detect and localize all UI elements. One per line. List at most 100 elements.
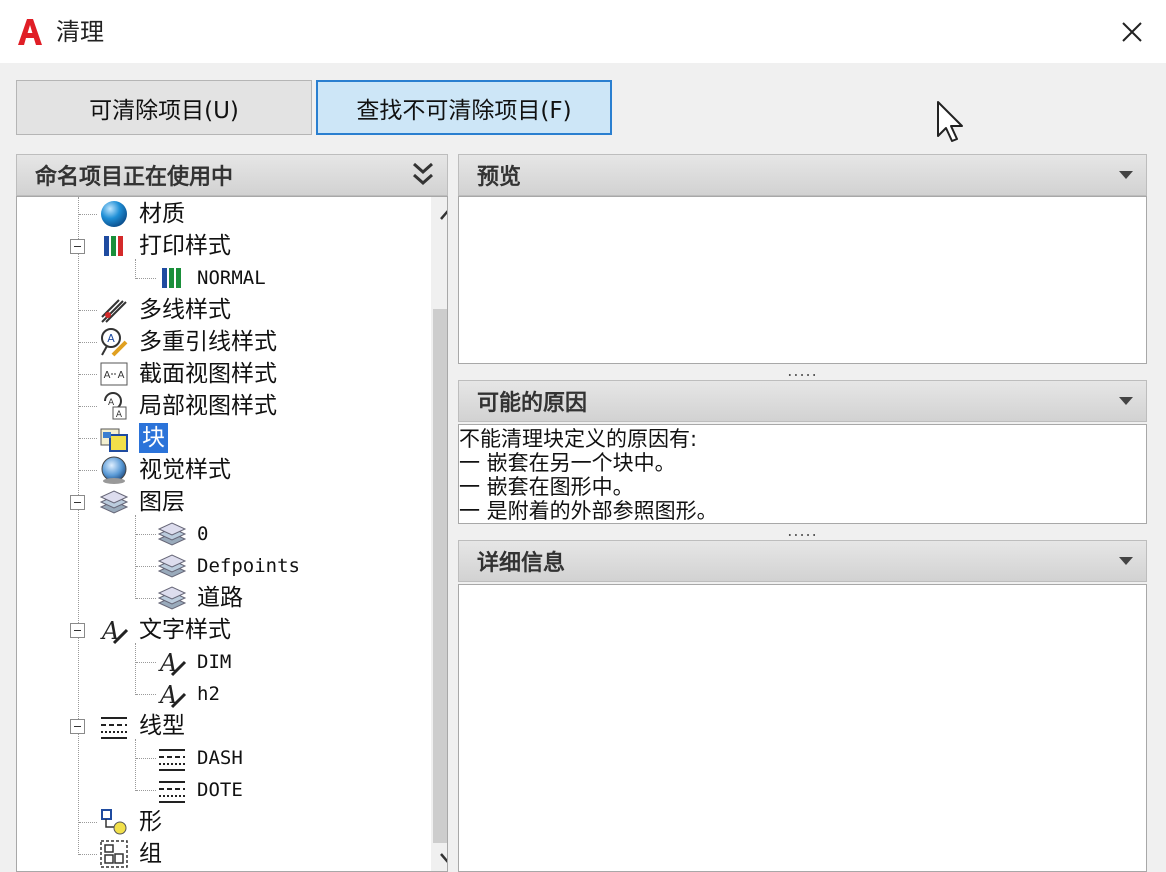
tree-scrollbar[interactable] <box>431 197 447 871</box>
scroll-thumb[interactable] <box>433 309 447 843</box>
tree-item-label: DIM <box>197 651 232 673</box>
tree-item-label: 道路 <box>197 585 243 611</box>
tree-item-label: 打印样式 <box>139 233 231 259</box>
tree-item-label: 视觉样式 <box>139 457 231 483</box>
tree-item-label: 图层 <box>139 489 185 515</box>
mouse-cursor-icon <box>937 101 963 142</box>
tree-item-label: 截面视图样式 <box>139 361 277 387</box>
tree-item-label: DOTE <box>197 779 243 801</box>
dropdown-triangle-icon[interactable] <box>1118 381 1134 421</box>
svg-text:A: A <box>116 410 123 420</box>
details-area <box>458 584 1147 872</box>
tab-purgeable-items[interactable]: 可清除项目(U) <box>16 80 312 135</box>
layer-icon <box>157 586 187 610</box>
close-button[interactable] <box>1110 12 1154 52</box>
tree-item-label: 组 <box>139 841 162 867</box>
text-style-icon: A <box>158 681 187 709</box>
layer-icon <box>157 522 187 546</box>
tree-item-plot-styles[interactable]: 打印样式 <box>99 230 231 262</box>
tree-item-materials[interactable]: 材质 <box>99 198 185 230</box>
layer-icon <box>157 554 187 578</box>
text-style-icon: A <box>100 617 129 645</box>
tree-item-label: 材质 <box>139 201 185 227</box>
tree-item-layer-defpoints[interactable]: Defpoints <box>157 550 300 582</box>
detail-view-style-icon: AA <box>104 392 127 420</box>
dropdown-triangle-icon[interactable] <box>1118 155 1134 195</box>
possible-reasons-area: 不能清理块定义的原因有: 一 嵌套在另一个块中。 一 嵌套在图形中。 一 是附着… <box>458 424 1147 524</box>
splitter-grip[interactable]: ..... <box>458 523 1147 539</box>
tree-item-label: NORMAL <box>197 267 266 289</box>
tree-item-label: 文字样式 <box>139 617 231 643</box>
linetype-icon <box>101 717 127 739</box>
close-icon <box>1122 22 1142 42</box>
reason-line: 一 是附着的外部参照图形。 <box>459 499 718 523</box>
expander-text-styles[interactable] <box>70 623 85 638</box>
group-icon <box>100 840 128 868</box>
expander-plot-styles[interactable] <box>70 239 85 254</box>
reason-line: 不能清理块定义的原因有: <box>459 427 698 451</box>
named-items-in-use-header[interactable]: 命名项目正在使用中 <box>16 154 448 196</box>
preview-panel-title: 预览 <box>477 165 522 190</box>
possible-reasons-panel-title: 可能的原因 <box>477 391 588 416</box>
tree-item-normal[interactable]: NORMAL <box>157 262 266 294</box>
tree-item-groups[interactable]: 组 <box>99 838 162 870</box>
multiline-style-icon <box>101 299 127 323</box>
tree-item-label: 0 <box>197 523 209 545</box>
tree-item-linetypes[interactable]: 线型 <box>99 710 185 742</box>
splitter-grip[interactable]: ..... <box>458 363 1147 379</box>
tree-item-label: DASH <box>197 747 243 769</box>
reason-line: 一 嵌套在另一个块中。 <box>459 451 676 475</box>
tree-item-layer-road[interactable]: 道路 <box>157 582 243 614</box>
preview-panel-header[interactable]: 预览 <box>458 154 1147 196</box>
multileader-style-icon: A <box>101 328 128 357</box>
visual-style-icon <box>101 456 127 484</box>
tree-item-layer-0[interactable]: 0 <box>157 518 208 550</box>
tree-item-shapes[interactable]: 形 <box>99 806 162 838</box>
layer-icon <box>99 490 129 514</box>
named-items-tree[interactable]: 材质 打印样式 NORMAL 多线样式 A 多重引线样式 AA 截面视图样式 A… <box>16 196 448 872</box>
shape-icon <box>101 809 127 835</box>
tree-item-label: 线型 <box>139 713 185 739</box>
details-panel-title: 详细信息 <box>477 551 566 576</box>
svg-text:A: A <box>104 370 111 381</box>
tree-item-linetype-dote[interactable]: DOTE <box>157 774 243 806</box>
expander-linetypes[interactable] <box>70 719 85 734</box>
autocad-logo-icon <box>18 19 42 45</box>
tree-item-section-view-styles[interactable]: AA 截面视图样式 <box>99 358 277 390</box>
tree-item-label: h2 <box>197 683 220 705</box>
tree-item-linetype-dash[interactable]: DASH <box>157 742 243 774</box>
tree-item-blocks[interactable]: 块 <box>99 422 168 454</box>
tree-item-text-style-dim[interactable]: A DIM <box>157 646 231 678</box>
collapse-chevron-icon[interactable] <box>411 155 435 195</box>
tree-item-text-styles[interactable]: A 文字样式 <box>99 614 231 646</box>
linetype-icon <box>159 781 185 803</box>
details-panel-header[interactable]: 详细信息 <box>458 540 1147 582</box>
tree-item-visual-styles[interactable]: 视觉样式 <box>99 454 231 486</box>
tree-item-layers[interactable]: 图层 <box>99 486 185 518</box>
tree-item-multileader-styles[interactable]: A 多重引线样式 <box>99 326 277 358</box>
tree-item-multiline-styles[interactable]: 多线样式 <box>99 294 231 326</box>
preview-area <box>458 196 1147 364</box>
tree-item-label: 多重引线样式 <box>139 329 277 355</box>
text-style-icon: A <box>158 649 187 677</box>
chevron-up-icon <box>440 210 447 220</box>
linetype-icon <box>159 749 185 771</box>
scroll-up-button[interactable] <box>431 199 447 231</box>
tree-item-label: 形 <box>139 809 162 835</box>
svg-text:A: A <box>107 332 115 345</box>
dropdown-triangle-icon[interactable] <box>1118 541 1134 581</box>
possible-reasons-panel-header[interactable]: 可能的原因 <box>458 380 1147 422</box>
expander-layers[interactable] <box>70 495 85 510</box>
chevron-down-icon <box>440 853 447 863</box>
svg-text:A: A <box>118 370 125 381</box>
block-icon <box>100 428 128 452</box>
tree-item-detail-view-styles[interactable]: AA 局部视图样式 <box>99 390 277 422</box>
section-view-style-icon: AA <box>100 362 128 386</box>
scroll-down-button[interactable] <box>431 841 447 871</box>
tree-item-text-style-h2[interactable]: A h2 <box>157 678 220 710</box>
tab-find-non-purgeable-items[interactable]: 查找不可清除项目(F) <box>316 80 612 135</box>
tree-item-label: Defpoints <box>197 555 300 577</box>
tree-item-label: 多线样式 <box>139 297 231 323</box>
tree-item-label: 局部视图样式 <box>139 393 277 419</box>
reason-line: 一 嵌套在图形中。 <box>459 475 634 499</box>
